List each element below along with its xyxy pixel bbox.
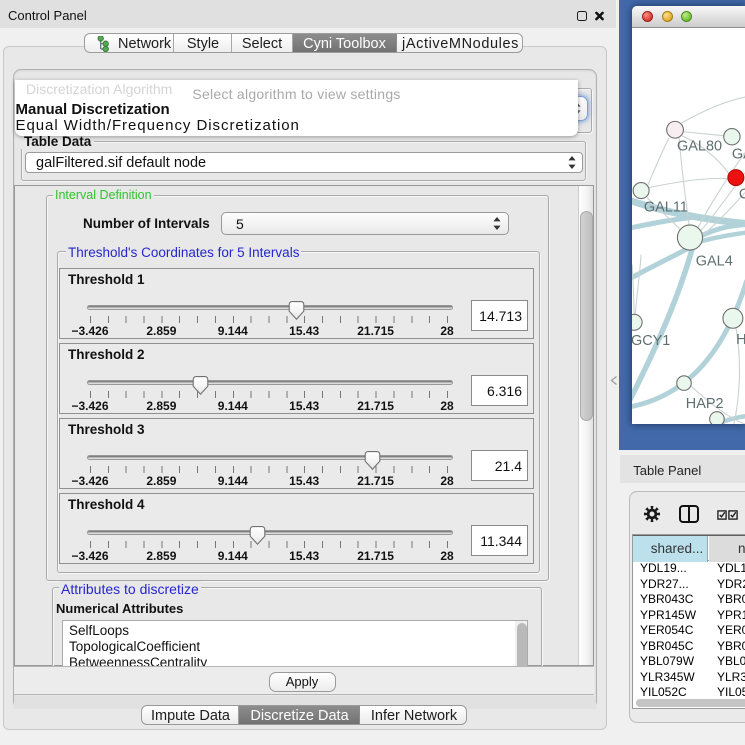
svg-text:GAL11: GAL11 [644,200,688,216]
svg-text:GCY1: GCY1 [632,333,670,349]
svg-text:GAL80: GAL80 [677,139,722,155]
svg-text:GAL4: GAL4 [696,253,733,269]
svg-text:C: C [739,187,745,203]
svg-text:GA: GA [732,147,745,163]
svg-text:H: H [736,332,745,348]
svg-text:HAP2: HAP2 [686,396,724,412]
